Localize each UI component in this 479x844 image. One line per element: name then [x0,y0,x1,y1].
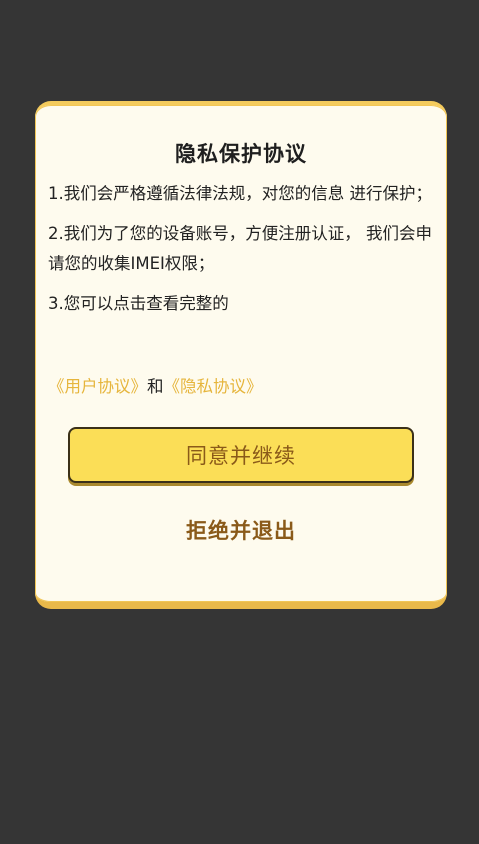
agreement-links: 《用户协议》和《隐私协议》 [48,373,263,397]
paragraph-3: 3.您可以点击查看完整的 [48,294,229,313]
paragraph-2: 2.我们为了您的设备账号，方便注册认证， 我们会申请您的收集IMEI权限； [48,224,432,273]
privacy-agreement-link[interactable]: 《隐私协议》 [164,377,263,396]
agree-continue-button[interactable]: 同意并继续 [68,427,414,483]
dialog-body: 1.我们会严格遵循法律法规，对您的信息 进行保护； 2.我们为了您的设备账号，方… [48,179,434,329]
dialog-title: 隐私保护协议 [175,142,307,166]
links-connector: 和 [147,377,164,396]
user-agreement-link[interactable]: 《用户协议》 [48,377,147,396]
reject-exit-button[interactable]: 拒绝并退出 [35,515,447,545]
privacy-dialog: 隐私保护协议 1.我们会严格遵循法律法规，对您的信息 进行保护； 2.我们为了您… [35,101,447,609]
paragraph-1: 1.我们会严格遵循法律法规，对您的信息 进行保护； [48,184,432,203]
